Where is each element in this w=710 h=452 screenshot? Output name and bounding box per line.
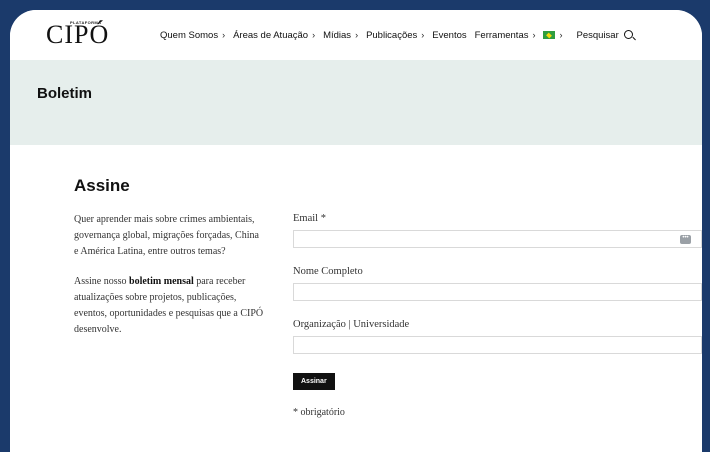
paragraph-bold: boletim mensal	[129, 276, 194, 287]
chevron-right-icon: ›	[355, 30, 359, 40]
section-description: Quer aprender mais sobre crimes ambienta…	[74, 212, 264, 352]
cipo-logo[interactable]: PLATAFORMA CIPÓ	[46, 19, 122, 49]
nav-item-label: Publicações	[366, 29, 418, 41]
password-manager-icon[interactable]: •••	[680, 235, 691, 244]
email-field[interactable]: •••	[293, 230, 702, 248]
description-paragraph-1: Quer aprender mais sobre crimes ambienta…	[74, 214, 259, 257]
chevron-right-icon: ›	[312, 30, 316, 40]
organization-field[interactable]	[293, 336, 702, 354]
chevron-right-icon: ›	[532, 30, 536, 40]
section-title: Assine	[74, 176, 130, 195]
organization-label: Organização | Universidade	[293, 319, 410, 330]
nav-item-quem-somos[interactable]: Quem Somos ›	[160, 30, 225, 41]
nav-item-areas-de-atuacao[interactable]: Áreas de Atuação ›	[233, 30, 315, 41]
name-label: Nome Completo	[293, 266, 363, 277]
search-icon	[623, 29, 633, 39]
required-note: * obrigatório	[293, 407, 345, 418]
page-title: Boletim	[37, 85, 93, 102]
subscribe-button[interactable]: Assinar	[293, 373, 335, 390]
nav-item-label: Quem Somos	[160, 29, 219, 41]
logo-main-text: CIPÓ	[46, 20, 110, 49]
nav-item-label: Áreas de Atuação	[233, 29, 309, 41]
paragraph-prefix: Assine nosso	[74, 276, 130, 287]
nav-item-label: Mídias	[323, 29, 352, 41]
search-button[interactable]: Pesquisar	[576, 29, 633, 41]
main-content: Assine Quer aprender mais sobre crimes a…	[10, 145, 702, 452]
chevron-right-icon: ›	[559, 30, 563, 40]
page-hero: Boletim	[10, 60, 702, 145]
search-label: Pesquisar	[576, 29, 619, 41]
brazil-flag-icon	[543, 31, 556, 39]
language-selector[interactable]: ›	[543, 30, 562, 40]
chevron-right-icon: ›	[222, 30, 226, 40]
nav-item-ferramentas[interactable]: Ferramentas ›	[475, 30, 536, 41]
email-label: Email *	[293, 213, 326, 224]
nav-item-label: Eventos	[432, 29, 467, 41]
nav-item-publicacoes[interactable]: Publicações ›	[366, 30, 424, 41]
nav-item-midias[interactable]: Mídias ›	[323, 30, 358, 41]
nav-item-eventos[interactable]: Eventos	[432, 30, 466, 41]
full-name-field[interactable]	[293, 283, 702, 301]
browser-window: PLATAFORMA CIPÓ Quem Somos › Áreas de At…	[10, 10, 702, 452]
top-navigation: PLATAFORMA CIPÓ Quem Somos › Áreas de At…	[10, 10, 702, 60]
main-menu: Quem Somos › Áreas de Atuação › Mídias ›…	[160, 28, 641, 42]
nav-item-label: Ferramentas	[474, 29, 529, 41]
chevron-right-icon: ›	[421, 30, 425, 40]
subscribe-form: Email * ••• Nome Completo Organização | …	[293, 213, 702, 418]
description-paragraph-2: Assine nosso boletim mensal para receber…	[74, 274, 264, 338]
